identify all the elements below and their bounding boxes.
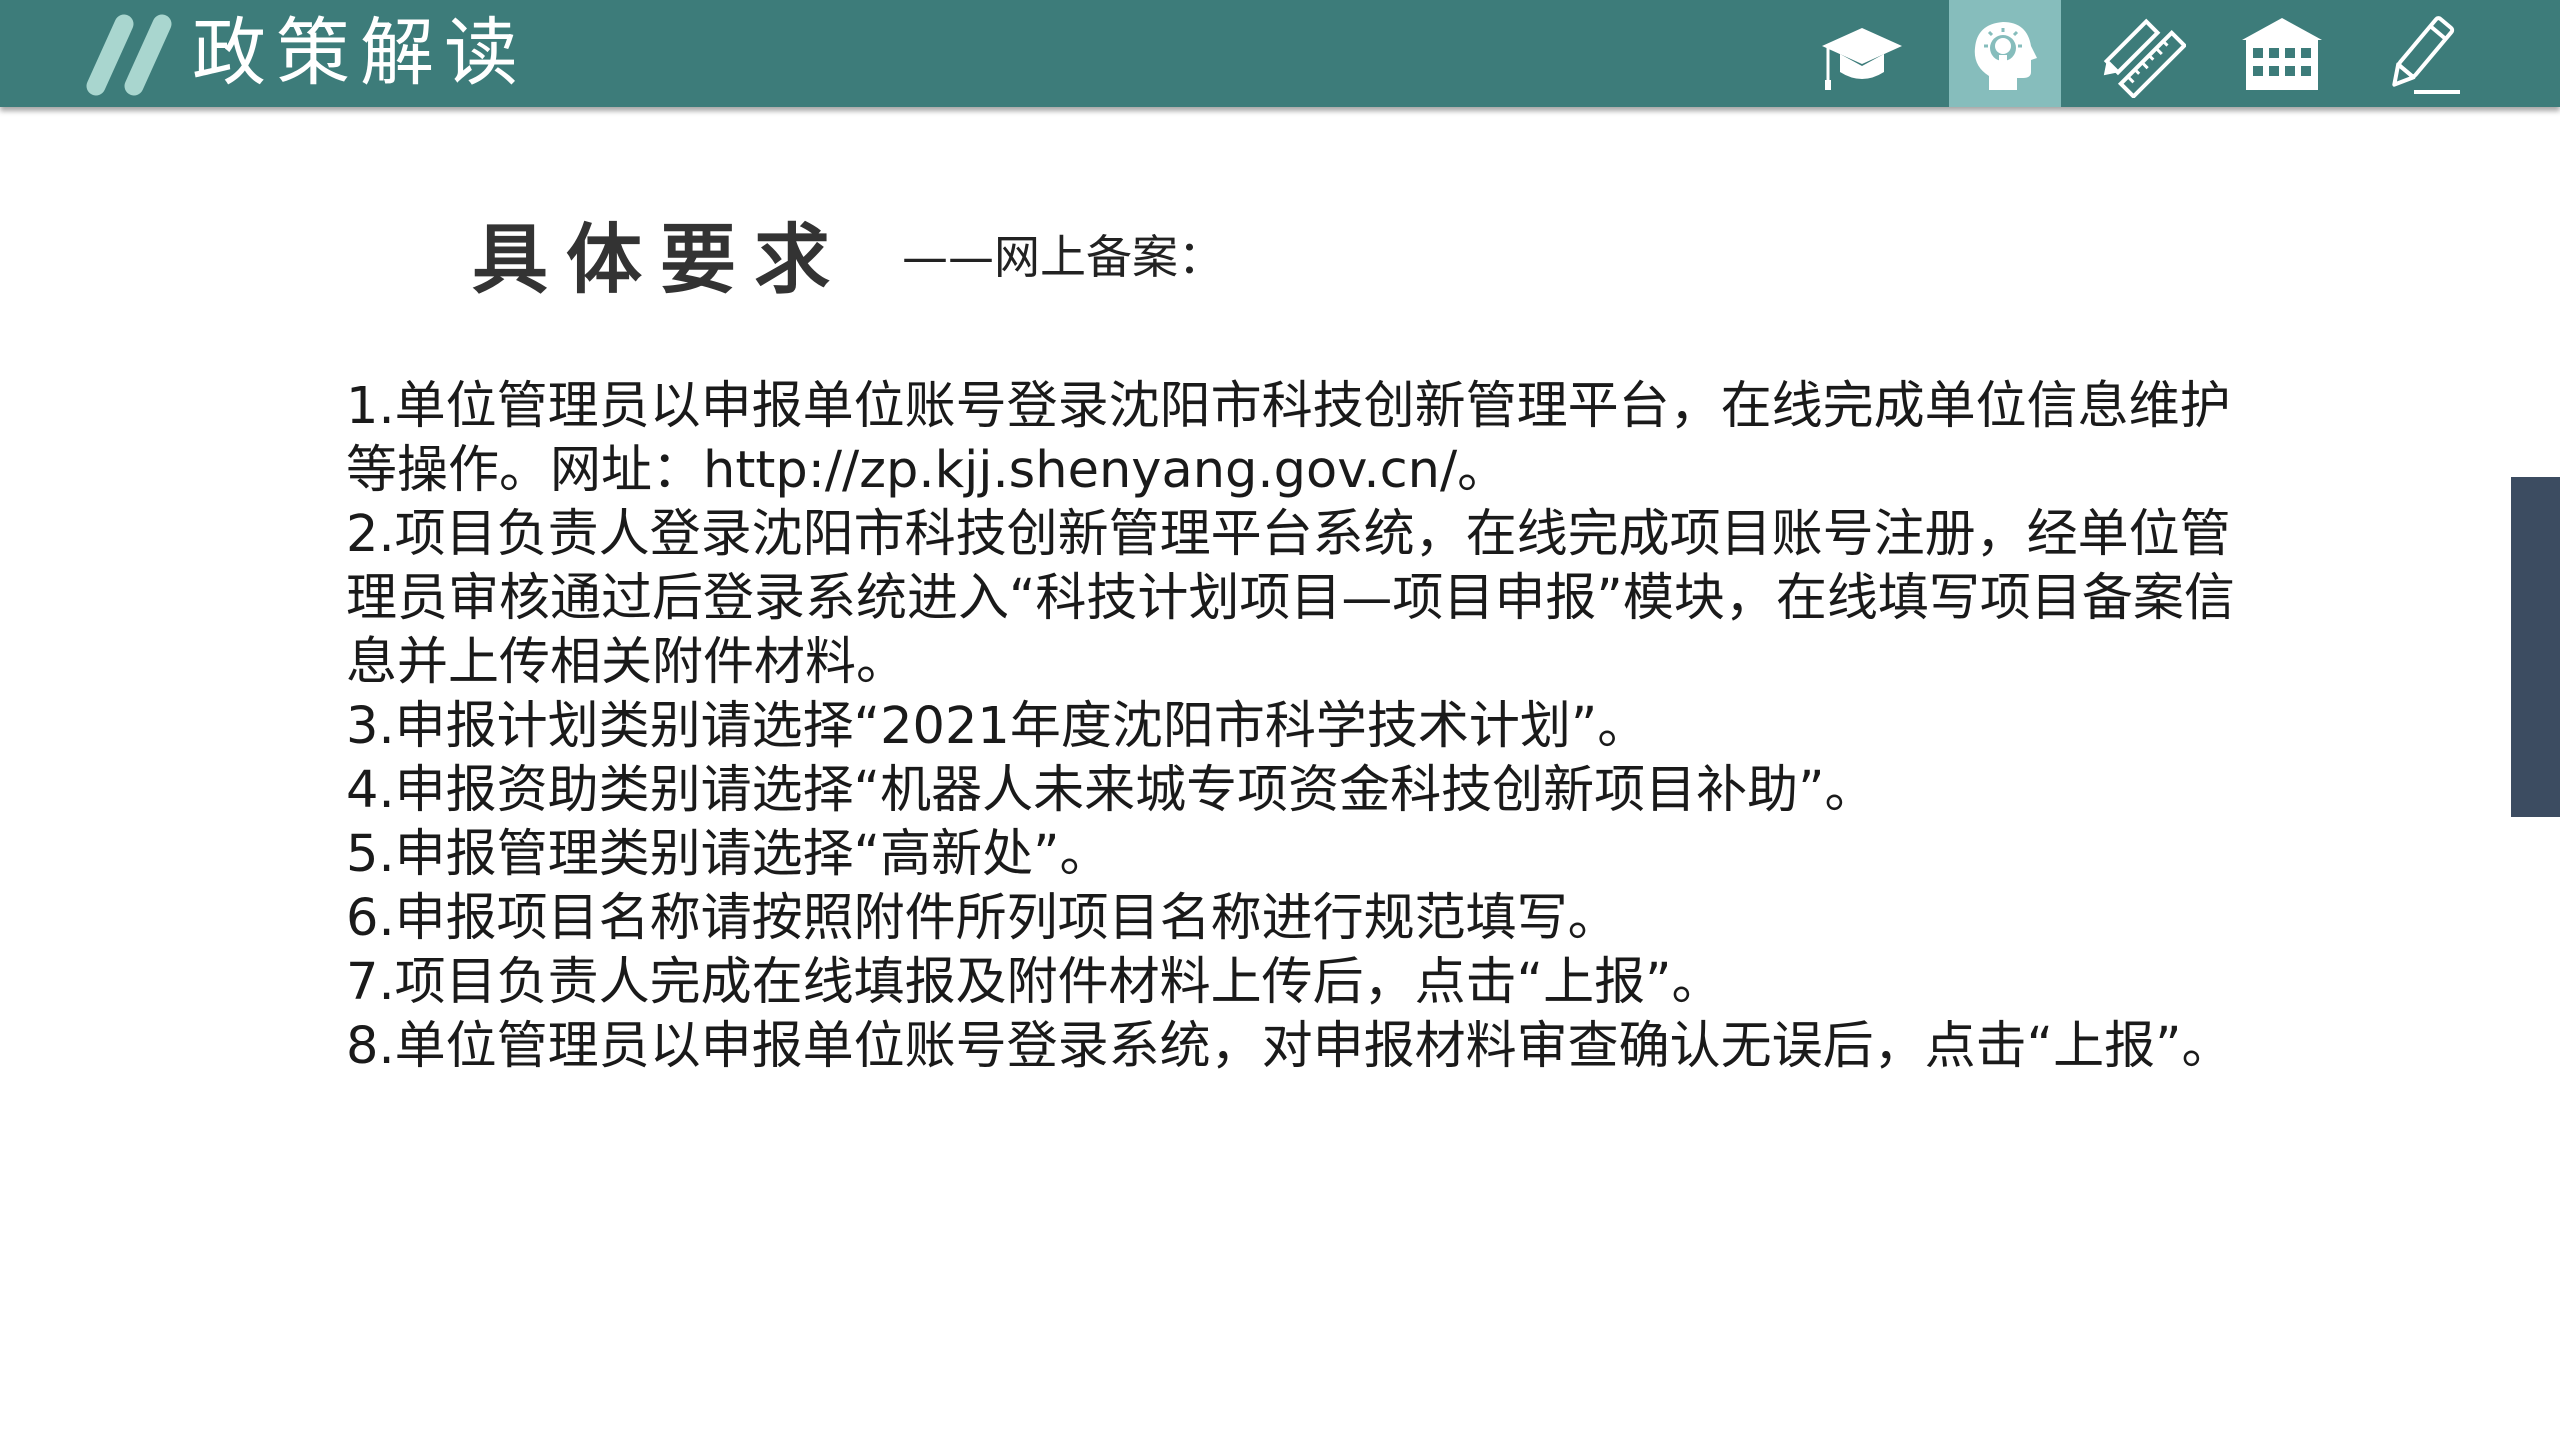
- list-item: 5.申报管理类别请选择“高新处”。: [346, 825, 1111, 884]
- head-lightbulb-icon: [1974, 21, 2037, 90]
- list-item: 2.项目负责人登录沈阳市科技创新管理平台系统，在线完成项目账号注册，经单位管理员…: [346, 505, 2235, 692]
- requirements-list: 1.单位管理员以申报单位账号登录沈阳市科技创新管理平台，在线完成单位信息维护等操…: [346, 375, 2276, 1079]
- section-title: 具体要求: [472, 215, 848, 304]
- list-item: 7.项目负责人完成在线填报及附件材料上传后，点击“上报”。: [346, 953, 1723, 1012]
- side-tab[interactable]: [2511, 477, 2560, 817]
- double-slash-logo-icon: [86, 14, 172, 96]
- list-item: 3.申报计划类别请选择“2021年度沈阳市科学技术计划”。: [346, 697, 1649, 756]
- list-item: 8.单位管理员以申报单位账号登录系统，对申报材料审查确认无误后，点击“上报”。: [346, 1017, 2233, 1076]
- school-building-icon: [2242, 17, 2322, 90]
- nav-pencil[interactable]: [2364, 0, 2476, 107]
- slide: 政策解读 具体要求 ——网上备案： 1.单位管理员以申报单位账号登录沈阳市科技创…: [0, 0, 2560, 1440]
- pencil-icon: [2392, 15, 2460, 94]
- nav-school-building[interactable]: [2226, 0, 2338, 107]
- nav-graduation-cap[interactable]: [1806, 0, 1918, 107]
- list-item: 6.申报项目名称请按照附件所列项目名称进行规范填写。: [346, 889, 1619, 948]
- nav-ruler-pencil[interactable]: [2086, 0, 2198, 107]
- graduation-cap-icon: [1822, 27, 1902, 90]
- nav-head-lightbulb[interactable]: [1949, 0, 2061, 107]
- section-subtitle: ——网上备案：: [902, 230, 1224, 284]
- ruler-pencil-icon: [2103, 18, 2186, 98]
- list-item: 1.单位管理员以申报单位账号登录沈阳市科技创新管理平台，在线完成单位信息维护等操…: [346, 377, 2231, 500]
- header-bar: 政策解读: [0, 0, 2560, 107]
- header-title: 政策解读: [192, 10, 528, 96]
- list-item: 4.申报资助类别请选择“机器人未来城专项资金科技创新项目补助”。: [346, 761, 1876, 820]
